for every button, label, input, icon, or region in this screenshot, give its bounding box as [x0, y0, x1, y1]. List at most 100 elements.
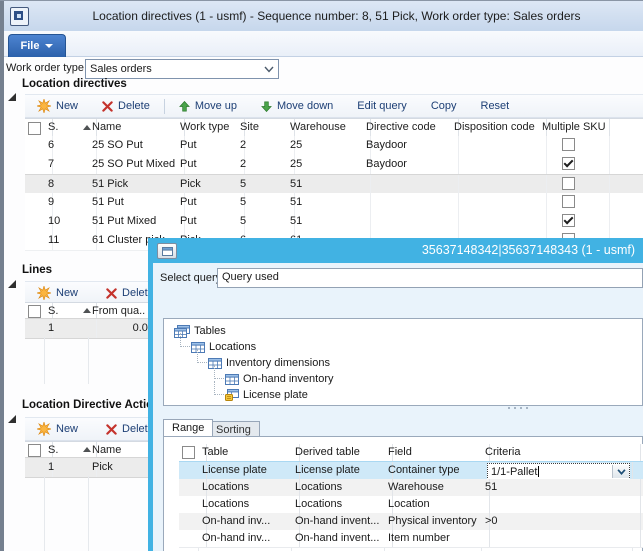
delete-x-icon: [106, 424, 117, 435]
move-down-button[interactable]: Move down: [249, 96, 345, 116]
multiple-sku-checkbox[interactable]: [562, 177, 575, 190]
column-header-work-type[interactable]: Work type: [176, 119, 245, 137]
license-plate-icon: [225, 389, 239, 401]
select-all-checkbox[interactable]: [28, 122, 41, 135]
column-header-filler: [601, 119, 643, 137]
dialog-title: 35637148342|35637148343 (1 - usmf): [422, 243, 635, 257]
column-header-table[interactable]: Table: [198, 444, 300, 461]
work-order-type-value: Sales orders: [90, 63, 264, 75]
column-header-criteria[interactable]: Criteria: [481, 444, 641, 461]
table-row[interactable]: 7 25 SO Put Mixed Put 2 25 Baydoor: [25, 155, 643, 175]
column-header-disposition-code[interactable]: Disposition code: [450, 119, 547, 137]
tab-sorting[interactable]: Sorting: [207, 421, 260, 436]
location-directives-grid-header: S. Name Work type Site Warehouse Directi…: [25, 118, 643, 138]
range-tab-panel: Table Derived table Field Criteria Licen…: [163, 436, 643, 551]
move-up-icon: [179, 101, 190, 112]
select-all-checkbox[interactable]: [28, 444, 41, 457]
delete-x-icon: [102, 101, 113, 112]
column-header-name[interactable]: Name: [88, 119, 185, 137]
column-header-warehouse[interactable]: Warehouse: [286, 119, 371, 137]
tree-item-on-hand-inventory[interactable]: On-hand inventory: [225, 372, 334, 386]
new-star-icon: [37, 99, 51, 113]
select-all-checkbox[interactable]: [182, 446, 195, 459]
grid-line: [44, 337, 45, 384]
new-button[interactable]: New: [25, 283, 90, 303]
multiple-sku-checkbox[interactable]: [562, 157, 575, 170]
grid-line: [88, 337, 89, 384]
grid-line: [88, 476, 89, 551]
query-dialog: 35637148342|35637148343 (1 - usmf) Selec…: [148, 238, 643, 551]
splitter-gripper[interactable]: [508, 406, 536, 410]
new-button[interactable]: New: [25, 96, 90, 116]
tree-connector: [214, 381, 224, 395]
query-tables-tree: Tables Locations: [163, 318, 643, 406]
window-left-border: [0, 1, 4, 551]
chevron-down-icon: [45, 44, 53, 48]
select-query-input[interactable]: Query used: [217, 268, 643, 288]
multiple-sku-checkbox[interactable]: [562, 214, 575, 227]
column-header-derived-table[interactable]: Derived table: [291, 444, 393, 461]
move-up-button[interactable]: Move up: [167, 96, 249, 116]
table-row[interactable]: 9 51 Put Put 5 51: [25, 193, 643, 213]
column-header-field[interactable]: Field: [384, 444, 490, 461]
column-header-multiple-sku[interactable]: Multiple SKU: [538, 119, 610, 137]
tab-range[interactable]: Range: [163, 419, 213, 436]
location-directives-toolbar: New Delete Move up Move down Edit query …: [25, 94, 643, 118]
dialog-system-button[interactable]: [157, 243, 177, 259]
multiple-sku-checkbox[interactable]: [562, 138, 575, 151]
screen: Location directives (1 - usmf) - Sequenc…: [0, 0, 643, 551]
dialog-body: Select query: Query used: [153, 263, 643, 551]
file-menu-label: File: [21, 40, 40, 52]
criteria-value: 1/1-Pallet: [488, 466, 537, 478]
select-query-label: Select query:: [160, 272, 224, 284]
select-all-checkbox[interactable]: [28, 305, 41, 318]
tree-connector: [180, 333, 190, 347]
delete-button[interactable]: Delete: [90, 96, 162, 116]
table-icon: [225, 374, 239, 385]
table-row[interactable]: 1 0.00: [25, 318, 148, 339]
location-directives-section-title: Location directives: [22, 78, 127, 90]
new-button[interactable]: New: [25, 419, 90, 439]
query-row[interactable]: Locations Locations Location: [179, 496, 643, 514]
window-title: Location directives (1 - usmf) - Sequenc…: [34, 9, 639, 23]
multiple-sku-checkbox[interactable]: [562, 195, 575, 208]
tree-connector: [214, 365, 224, 379]
table-row[interactable]: 1 Pick: [25, 457, 148, 478]
actions-toolbar: New Delete: [25, 417, 148, 441]
location-directives-expander[interactable]: [8, 81, 16, 93]
lines-section-title: Lines: [22, 264, 52, 276]
move-down-icon: [261, 101, 272, 112]
combobox-dropdown-button[interactable]: [612, 465, 629, 478]
text-cursor: [538, 466, 539, 477]
table-row[interactable]: 10 51 Put Mixed Put 5 51: [25, 212, 643, 232]
column-header-directive-code[interactable]: Directive code: [362, 119, 459, 137]
window-icon: [162, 247, 173, 256]
lines-expander[interactable]: [8, 268, 16, 280]
tree-item-inventory-dimensions[interactable]: Inventory dimensions: [208, 356, 330, 370]
edit-query-button[interactable]: Edit query: [345, 96, 419, 116]
main-titlebar: Location directives (1 - usmf) - Sequenc…: [4, 1, 643, 32]
file-menu-button[interactable]: File: [8, 34, 66, 57]
actions-expander[interactable]: [8, 403, 16, 415]
work-order-type-label: Work order type:: [6, 62, 87, 74]
query-grid-header: Table Derived table Field Criteria: [179, 444, 643, 462]
query-row[interactable]: On-hand inv... On-hand invent... Item nu…: [179, 530, 643, 548]
reset-button[interactable]: Reset: [469, 96, 522, 116]
menu-strip: [4, 31, 643, 57]
copy-button[interactable]: Copy: [419, 96, 469, 116]
dialog-titlebar: 35637148342|35637148343 (1 - usmf): [148, 238, 643, 263]
table-row[interactable]: 6 25 SO Put Put 2 25 Baydoor: [25, 136, 643, 156]
table-row[interactable]: 8 51 Pick Pick 5 51: [25, 174, 643, 195]
criteria-combobox[interactable]: 1/1-Pallet: [487, 463, 630, 480]
new-star-icon: [37, 422, 51, 436]
tree-item-license-plate[interactable]: License plate: [225, 388, 308, 402]
actions-section-title: Location Directive Actions: [22, 399, 167, 411]
work-order-type-select[interactable]: Sales orders: [85, 59, 279, 79]
column-header-name[interactable]: Name: [88, 442, 153, 458]
delete-x-icon: [106, 288, 117, 299]
query-row[interactable]: License plate License plate Container ty…: [179, 461, 643, 480]
query-row[interactable]: On-hand inv... On-hand invent... Physica…: [179, 513, 643, 531]
query-row[interactable]: Locations Locations Warehouse 51: [179, 479, 643, 497]
new-star-icon: [37, 286, 51, 300]
tree-connector: [197, 349, 207, 363]
